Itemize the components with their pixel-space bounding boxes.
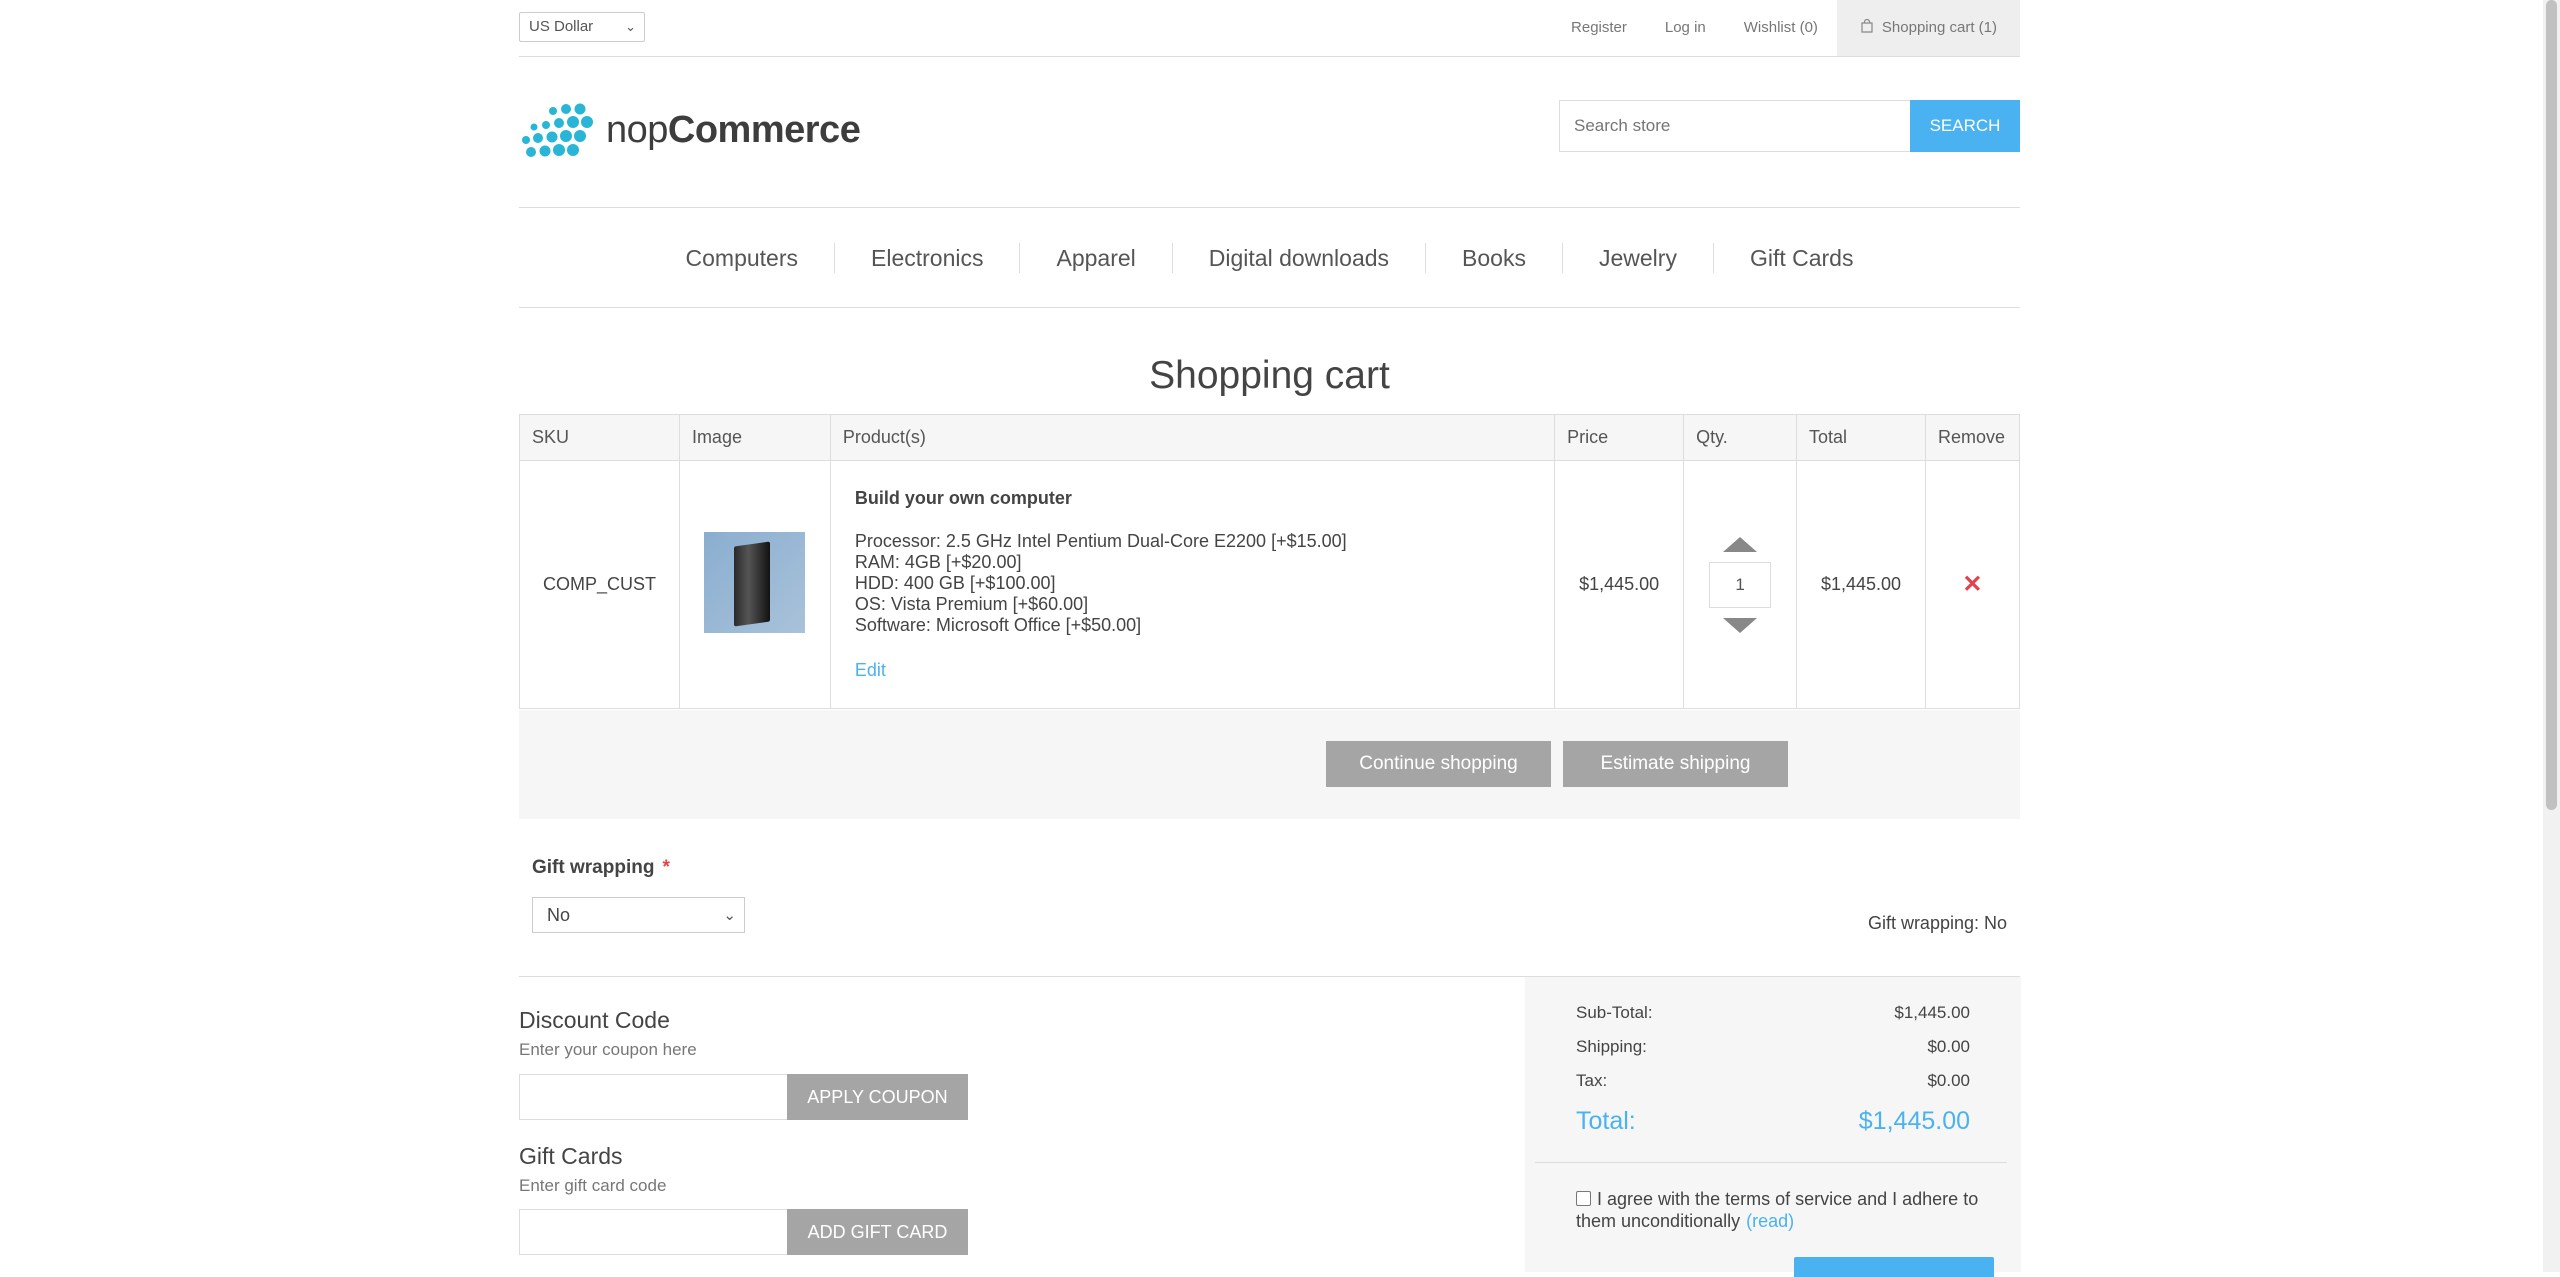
register-link[interactable]: Register [1552,0,1646,56]
tax-value: $0.00 [1927,1071,1970,1090]
nav-item-apparel[interactable]: Apparel [1020,245,1171,272]
product-attribute: RAM: 4GB [+$20.00] [854,552,1022,572]
gift-wrapping-label: Gift wrapping * [532,857,670,878]
cart-item-price: $1,445.00 [1554,460,1685,709]
wishlist-link[interactable]: Wishlist (0) [1725,0,1837,56]
order-total-row: Total: $1,445.00 [1576,1107,1970,1136]
continue-shopping-button[interactable]: Continue shopping [1326,741,1551,787]
page-title: Shopping cart [1149,354,1390,397]
add-gift-card-button[interactable]: Add gift card [787,1209,968,1255]
logo-dots-icon [522,103,593,157]
store-logo[interactable]: nopCommerce [520,102,861,158]
currency-value: US Dollar [529,18,594,35]
nav-bottom-divider [519,307,2020,308]
subtotal-row: Sub-Total: $1,445.00 [1576,1003,1970,1023]
gift-cards-hint: Enter gift card code [519,1176,667,1195]
shopping-bag-icon [1861,19,1873,33]
cart-header-row: SKU Image Product(s) Price Qty. Total Re… [519,414,2021,461]
nav-item-gift-cards[interactable]: Gift Cards [1714,245,1890,272]
nav-item-electronics[interactable]: Electronics [835,245,1019,272]
nav-item-jewelry[interactable]: Jewelry [1563,245,1713,272]
product-attribute: Processor: 2.5 GHz Intel Pentium Dual-Co… [854,531,1347,551]
required-marker: * [662,857,670,878]
currency-select[interactable]: US Dollar ⌄ [519,12,645,42]
chevron-down-icon: ⌄ [723,907,736,924]
header-product: Product(s) [829,414,1556,461]
header-remove: Remove [1924,414,2021,461]
shipping-label: Shipping: [1576,1037,1647,1056]
terms-of-service: I agree with the terms of service and I … [1576,1188,1981,1232]
subtotal-label: Sub-Total: [1576,1003,1653,1022]
product-attribute: Software: Microsoft Office [+$50.00] [854,615,1142,635]
header-links: Register Log in Wishlist (0) Shopping ca… [1552,0,2020,56]
top-menu: Computers Electronics Apparel Digital do… [519,223,2020,293]
scrollbar-thumb[interactable] [2546,0,2557,810]
shopping-cart-label: Shopping cart (1) [1881,19,1997,36]
page: US Dollar ⌄ Register Log in Wishlist (0)… [0,0,2560,1277]
gift-wrapping-select[interactable]: No ⌄ [532,897,745,933]
product-name-link[interactable]: Build your own computer [855,488,1530,509]
cart-item-sku: COMP_CUST [519,460,680,709]
discount-code-input[interactable] [519,1074,788,1120]
order-totals: Sub-Total: $1,445.00 Shipping: $0.00 Tax… [1525,977,2021,1277]
subtotal-value: $1,445.00 [1894,1003,1970,1022]
cart-item-product-cell: Build your own computer Processor: 2.5 G… [829,460,1556,709]
terms-read-link[interactable]: (read) [1746,1211,1794,1231]
gift-card-code-input[interactable] [519,1209,788,1255]
nav-top-divider [519,207,2020,208]
order-total-label: Total: [1576,1107,1636,1135]
nav-item-computers[interactable]: Computers [650,245,834,272]
apply-coupon-button[interactable]: Apply coupon [787,1074,968,1120]
nav-item-digital-downloads[interactable]: Digital downloads [1173,245,1425,272]
checkout-button[interactable] [1794,1257,1994,1277]
chevron-down-icon: ⌄ [625,19,636,34]
cart-item-image-cell [678,460,831,709]
product-image[interactable] [704,531,806,633]
qty-decrease-icon[interactable] [1723,617,1758,633]
search-input[interactable] [1559,100,1911,152]
logo-text: nopCommerce [606,108,861,151]
login-link[interactable]: Log in [1646,0,1725,56]
discount-title: Discount Code [519,1007,670,1033]
header-sku: SKU [519,414,680,461]
header-total: Total [1796,414,1926,461]
header-divider [519,56,2020,57]
discount-hint: Enter your coupon here [519,1040,697,1059]
edit-item-link[interactable]: Edit [855,660,886,681]
search-button[interactable]: Search [1910,100,2020,152]
qty-input[interactable] [1709,561,1772,608]
gift-wrapping-summary: Gift wrapping: No [1867,913,2007,933]
header-qty: Qty. [1683,414,1798,461]
header-price: Price [1554,414,1685,461]
page-scrollbar[interactable] [2543,0,2560,1272]
totals-divider [1535,1162,2007,1163]
cart-table: SKU Image Product(s) Price Qty. Total Re… [519,414,2021,709]
order-total-value: $1,445.00 [1858,1107,1970,1135]
header-image: Image [678,414,831,461]
cart-item-qty-cell [1683,460,1798,709]
qty-increase-icon[interactable] [1723,536,1758,552]
cart-item-row: COMP_CUST Build your own computer Proces… [519,460,2021,709]
terms-checkbox[interactable] [1576,1191,1591,1206]
computer-tower-icon [734,540,771,627]
estimate-shipping-button[interactable]: Estimate shipping [1563,741,1788,787]
shipping-row: Shipping: $0.00 [1576,1037,1970,1057]
product-attribute: OS: Vista Premium [+$60.00] [854,594,1089,614]
product-attribute: HDD: 400 GB [+$100.00] [854,573,1056,593]
quantity-stepper [1685,536,1795,633]
shopping-cart-link[interactable]: Shopping cart (1) [1836,0,2020,56]
gift-cards-title: Gift Cards [519,1143,623,1169]
tax-row: Tax: $0.00 [1576,1071,1970,1091]
shipping-value: $0.00 [1927,1037,1970,1056]
remove-item-icon[interactable]: ✕ [1962,571,1982,598]
cart-buttons-bar: Continue shopping Estimate shipping [519,710,2020,819]
tax-label: Tax: [1576,1071,1608,1090]
cart-item-total: $1,445.00 [1796,460,1926,709]
gift-wrapping-value: No [547,905,571,925]
cart-item-remove-cell: ✕ [1924,460,2021,709]
nav-item-books[interactable]: Books [1426,245,1562,272]
